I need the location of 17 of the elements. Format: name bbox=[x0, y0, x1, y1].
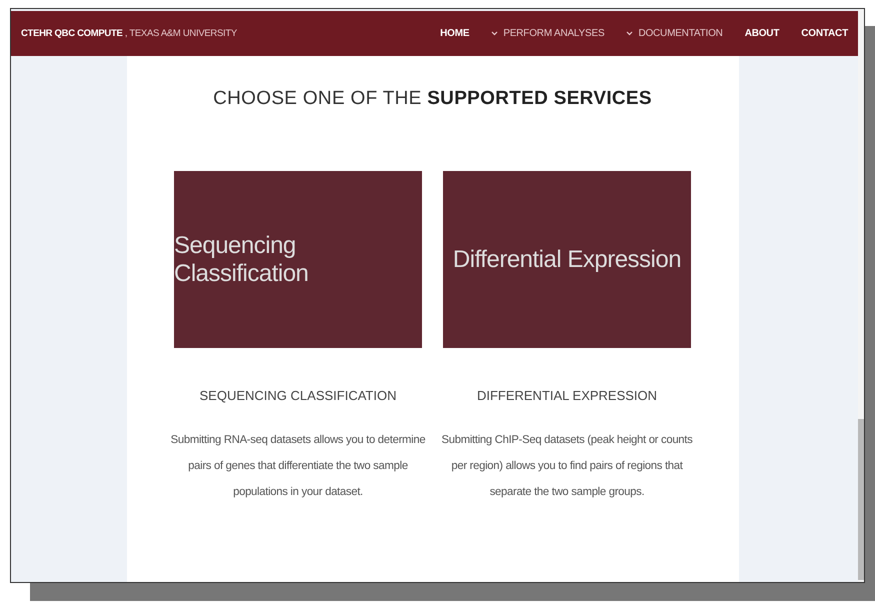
chevron-icon bbox=[491, 31, 498, 36]
scrollbar-thumb[interactable] bbox=[858, 419, 864, 580]
nav-link[interactable]: HOME bbox=[440, 28, 470, 39]
site-title[interactable]: CTEHR QBC COMPUTE , TEXAS A&M UNIVERSITY bbox=[21, 28, 237, 39]
nav-dropdown[interactable]: DOCUMENTATION bbox=[626, 28, 723, 39]
nav-link[interactable]: ABOUT bbox=[744, 28, 780, 39]
service-title: SEQUENCING CLASSIFICATION bbox=[200, 388, 396, 403]
nav-link[interactable]: CONTACT bbox=[801, 28, 848, 39]
nav-dropdown[interactable]: PERFORM ANALYSES bbox=[491, 28, 604, 39]
scrollbar[interactable] bbox=[858, 9, 864, 582]
service-title: DIFFERENTIAL EXPRESSION bbox=[476, 388, 658, 403]
chevron-icon bbox=[626, 31, 634, 36]
service-description: Submitting RNA-seq datasets allows you to determine pairs of genes that differentiate the two sample populations in your dataset. bbox=[170, 433, 426, 500]
service-tile[interactable]: Differential Expression bbox=[443, 171, 691, 348]
service-description: Submitting ChIP-Seq datasets (peak height or counts per region) allows you to find pairs of regions that separate the two sample groups. bbox=[440, 433, 694, 500]
service-tile[interactable]: Sequencing Classification bbox=[174, 171, 422, 348]
page-heading: CHOOSE ONE OF THE SUPPORTED SERVICES bbox=[213, 88, 652, 110]
